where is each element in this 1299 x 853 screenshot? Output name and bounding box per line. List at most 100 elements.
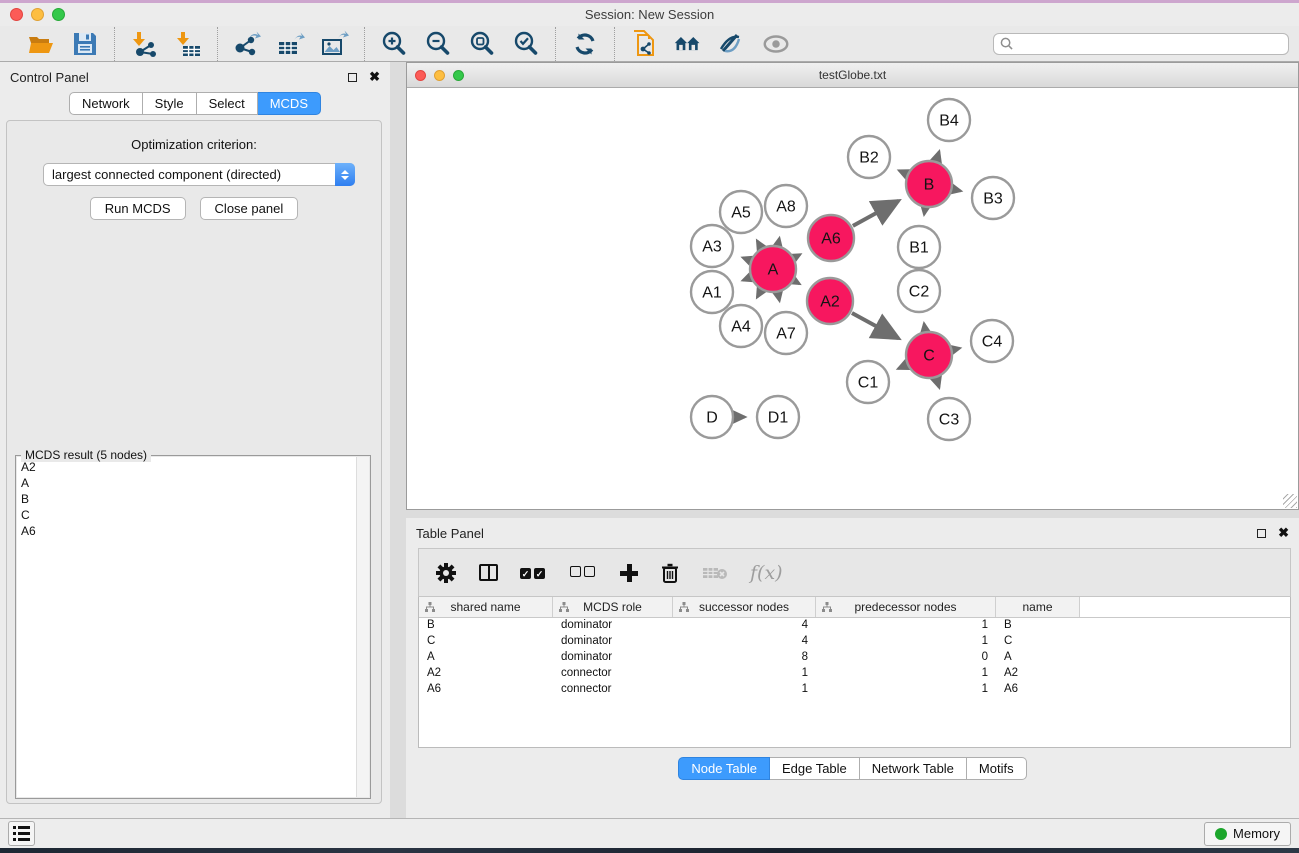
table-options-button[interactable]	[435, 562, 457, 584]
table-cell[interactable]: dominator	[553, 650, 673, 666]
graph-edge-A-A7[interactable]	[778, 293, 779, 300]
tab-mcds[interactable]: MCDS	[258, 92, 321, 115]
table-row[interactable]: Adominator80A	[419, 650, 1290, 666]
table-cell[interactable]: C	[419, 634, 553, 650]
table-cell[interactable]: dominator	[553, 634, 673, 650]
table-row[interactable]: A2connector11A2	[419, 666, 1290, 682]
graph-edge-A6-B[interactable]	[853, 201, 898, 226]
table-tab-motifs[interactable]: Motifs	[967, 757, 1027, 780]
result-item[interactable]: B	[21, 491, 356, 507]
table-cell[interactable]: connector	[553, 682, 673, 698]
table-cell[interactable]: 1	[673, 682, 816, 698]
graph-edge-B-B4[interactable]	[936, 151, 939, 160]
graph-edge-A2-C[interactable]	[852, 313, 898, 338]
column-header-predecessor-nodes[interactable]: predecessor nodes	[816, 597, 996, 617]
show-column-button[interactable]	[479, 564, 498, 581]
tab-style[interactable]: Style	[143, 92, 197, 115]
table-cell[interactable]: A2	[419, 666, 553, 682]
table-cell[interactable]: connector	[553, 666, 673, 682]
create-column-button[interactable]	[620, 564, 638, 582]
zoom-out-button[interactable]	[423, 29, 453, 59]
table-row[interactable]: Cdominator41C	[419, 634, 1290, 650]
graph-edge-A-A1[interactable]	[743, 278, 750, 281]
table-cell[interactable]: 1	[816, 682, 996, 698]
show-panels-button[interactable]	[8, 821, 35, 846]
graph-edge-C-C1[interactable]	[898, 365, 906, 369]
graph-edge-A-A8[interactable]	[778, 238, 779, 244]
graph-edge-C-C2[interactable]	[924, 324, 925, 331]
export-image-button[interactable]	[320, 29, 350, 59]
column-header-name[interactable]: name	[996, 597, 1080, 617]
table-cell[interactable]: C	[996, 634, 1080, 650]
table-cell[interactable]: 1	[816, 634, 996, 650]
tab-network[interactable]: Network	[69, 92, 143, 115]
close-panel-button[interactable]: Close panel	[200, 197, 299, 220]
table-row[interactable]: A6connector11A6	[419, 682, 1290, 698]
export-table-button[interactable]	[276, 29, 306, 59]
table-cell[interactable]: B	[419, 618, 553, 634]
zoom-selected-button[interactable]	[511, 29, 541, 59]
table-cell[interactable]: 8	[673, 650, 816, 666]
delete-table-button[interactable]	[702, 565, 728, 581]
unselect-all-columns-button[interactable]	[570, 564, 598, 582]
result-item[interactable]: A	[21, 475, 356, 491]
table-cell[interactable]: A	[996, 650, 1080, 666]
graph-edge-A-A6[interactable]	[795, 254, 800, 257]
column-header-successor-nodes[interactable]: successor nodes	[673, 597, 816, 617]
table-cell[interactable]: 1	[816, 666, 996, 682]
birds-eye-view-button[interactable]	[761, 29, 791, 59]
mcds-result-list[interactable]: A2ABCA6	[17, 457, 356, 797]
open-session-button[interactable]	[26, 29, 56, 59]
table-cell[interactable]: 0	[816, 650, 996, 666]
table-tab-network-table[interactable]: Network Table	[860, 757, 967, 780]
table-row[interactable]: Bdominator41B	[419, 618, 1290, 634]
table-cell[interactable]: A6	[419, 682, 553, 698]
delete-column-button[interactable]	[660, 562, 680, 584]
graph-edge-B-B2[interactable]	[899, 171, 906, 174]
float-table-panel-icon[interactable]	[1257, 529, 1266, 538]
table-cell[interactable]: 1	[816, 618, 996, 634]
network-window-titlebar[interactable]: testGlobe.txt	[407, 63, 1298, 88]
table-cell[interactable]: 4	[673, 634, 816, 650]
close-panel-icon[interactable]: ✖	[369, 69, 380, 85]
criterion-dropdown[interactable]: largest connected component (directed)	[43, 163, 355, 186]
graph-edge-A-A4[interactable]	[757, 291, 761, 297]
close-table-panel-icon[interactable]: ✖	[1278, 525, 1289, 541]
zoom-fit-button[interactable]	[467, 29, 497, 59]
column-header-shared-name[interactable]: shared name	[419, 597, 553, 617]
graph-edge-C-C4[interactable]	[953, 348, 959, 349]
resize-grip-icon[interactable]	[1283, 494, 1297, 508]
memory-button[interactable]: Memory	[1204, 822, 1291, 846]
table-tab-edge-table[interactable]: Edge Table	[770, 757, 860, 780]
apply-layout-button[interactable]	[570, 29, 600, 59]
select-all-columns-button[interactable]: ✓✓	[520, 564, 548, 582]
import-network-button[interactable]	[129, 29, 159, 59]
result-item[interactable]: A6	[21, 523, 356, 539]
search-input[interactable]	[1017, 37, 1282, 51]
graph-edge-A-A5[interactable]	[757, 241, 761, 247]
table-cell[interactable]: B	[996, 618, 1080, 634]
network-canvas[interactable]: AA1A2A3A4A5A6A7A8BB1B2B3B4CC1C2C3C4DD1	[407, 88, 1298, 509]
table-cell[interactable]: A6	[996, 682, 1080, 698]
run-mcds-button[interactable]: Run MCDS	[90, 197, 186, 220]
result-item[interactable]: C	[21, 507, 356, 523]
search-field[interactable]	[993, 33, 1289, 55]
new-network-from-selection-button[interactable]	[629, 29, 659, 59]
column-header-MCDS-role[interactable]: MCDS role	[553, 597, 673, 617]
import-table-button[interactable]	[173, 29, 203, 59]
graph-edge-A-A2[interactable]	[795, 281, 800, 284]
table-cell[interactable]: 4	[673, 618, 816, 634]
graph-edge-B-B3[interactable]	[953, 189, 960, 191]
graph-edge-C-C3[interactable]	[936, 379, 939, 388]
result-scrollbar[interactable]	[356, 457, 369, 797]
function-builder-button[interactable]: f(x)	[750, 562, 783, 584]
export-network-button[interactable]	[232, 29, 262, 59]
table-tab-node-table[interactable]: Node Table	[678, 757, 770, 780]
float-panel-icon[interactable]	[348, 73, 357, 82]
table-cell[interactable]: dominator	[553, 618, 673, 634]
graph-edge-A-A3[interactable]	[743, 258, 750, 261]
first-neighbors-button[interactable]	[673, 29, 703, 59]
table-cell[interactable]: A	[419, 650, 553, 666]
zoom-in-button[interactable]	[379, 29, 409, 59]
graph-edge-B-B1[interactable]	[924, 209, 925, 215]
